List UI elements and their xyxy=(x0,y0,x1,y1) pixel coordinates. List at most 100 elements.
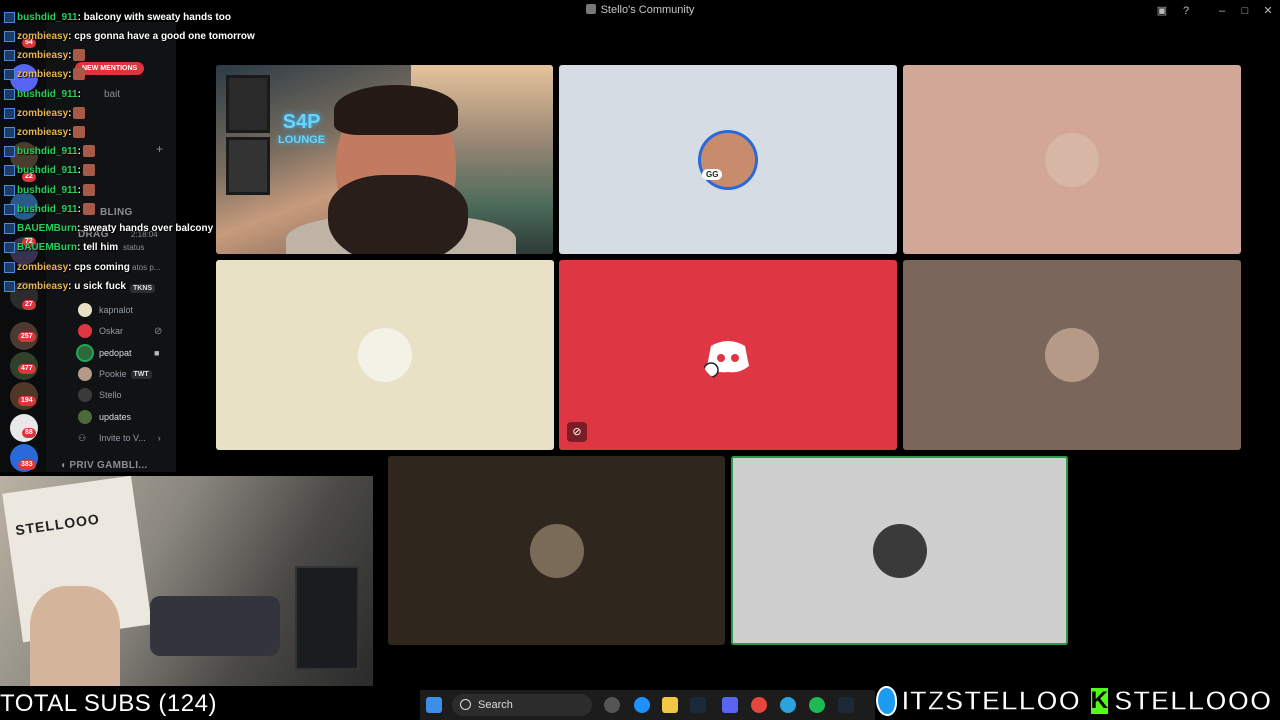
person-hair xyxy=(334,85,458,135)
chat-text: : xyxy=(68,126,72,138)
chat-message: zombieasy: cps coming xyxy=(4,259,130,275)
wall-frame xyxy=(226,75,270,133)
chat-text: : tell him xyxy=(77,241,119,253)
discord-logo-icon xyxy=(703,341,749,378)
emote-icon xyxy=(73,107,86,119)
edge-icon[interactable] xyxy=(634,697,650,713)
chat-username: BAUEMBurn xyxy=(17,241,77,253)
chat-username: zombieasy xyxy=(17,126,69,138)
voice-member[interactable]: Stello xyxy=(78,386,122,404)
voice-member[interactable]: updates xyxy=(78,408,131,426)
video-tile-camera[interactable]: S4P LOUNGE xyxy=(216,65,553,254)
twitter-icon xyxy=(876,686,898,716)
telegram-icon[interactable] xyxy=(780,697,796,713)
chat-text: : xyxy=(77,164,81,176)
add-channel-icon[interactable]: + xyxy=(156,142,163,156)
video-tile[interactable] xyxy=(903,260,1241,450)
user-badge-icon xyxy=(4,280,15,292)
streamer xyxy=(30,586,120,686)
person-beard xyxy=(328,175,468,254)
chat-username: bushdid_911 xyxy=(17,11,78,23)
twitter-handle: ITZSTELLOO xyxy=(901,684,1081,717)
wall-frame xyxy=(226,137,270,195)
channel-name[interactable]: bait xyxy=(104,89,120,100)
minimize-button[interactable]: – xyxy=(1214,3,1230,19)
user-badge-icon xyxy=(4,126,15,138)
video-tile[interactable] xyxy=(216,260,554,450)
box-text: STELLOOO xyxy=(14,510,101,539)
chat-text: : xyxy=(68,49,72,61)
steam-icon[interactable] xyxy=(838,697,854,713)
obs-icon[interactable] xyxy=(604,697,620,713)
emote-icon xyxy=(82,184,95,196)
chrome-icon[interactable] xyxy=(751,697,767,713)
member-name: updates xyxy=(99,412,132,422)
monitor xyxy=(295,566,359,670)
category-priv-gambling[interactable]: ◖ PRIV GAMBLI... xyxy=(60,460,148,471)
invite-label: Invite to V... xyxy=(99,433,146,443)
chat-username: zombieasy xyxy=(17,261,69,273)
chevron-right-icon: › xyxy=(157,433,161,443)
member-name: kapnalot xyxy=(99,305,134,315)
chat-message: BAUEMBurn: tell him xyxy=(4,239,118,255)
status-text: atos p... xyxy=(132,263,161,272)
search-placeholder: Search xyxy=(478,699,513,711)
emote-icon xyxy=(82,145,95,157)
avatar xyxy=(78,303,92,317)
windows-start-icon[interactable] xyxy=(426,697,442,713)
user-avatar xyxy=(529,523,584,578)
video-tile[interactable] xyxy=(731,456,1068,645)
chat-text: : xyxy=(68,68,72,80)
close-button[interactable]: ✕ xyxy=(1260,3,1276,19)
kick-icon: K xyxy=(1088,686,1110,716)
video-tile[interactable]: ⊘ xyxy=(559,260,897,450)
bed xyxy=(150,596,280,656)
mention-badge: 383 xyxy=(18,460,36,470)
kick-handle: STELLOOO xyxy=(1113,684,1272,717)
emote-icon xyxy=(82,203,95,215)
maximize-button[interactable]: □ xyxy=(1237,3,1253,19)
chat-text: : xyxy=(77,203,81,215)
voice-member[interactable]: Pookie TWT xyxy=(78,365,152,383)
chat-message: bushdid_911: xyxy=(4,86,81,102)
video-tile[interactable] xyxy=(903,65,1241,254)
mic-muted-icon: ⊘ xyxy=(567,422,587,442)
video-tile[interactable]: GG xyxy=(559,65,897,254)
spotify-icon[interactable] xyxy=(809,697,825,713)
chat-text: : cps gonna have a good one tomorrow xyxy=(68,30,255,42)
taskbar-search[interactable]: Search xyxy=(452,694,592,716)
camera-icon: ■ xyxy=(154,348,160,358)
user-badge-icon xyxy=(4,145,15,157)
chat-username: BAUEMBurn xyxy=(17,222,77,234)
status-text: status xyxy=(123,243,145,252)
chat-text: : xyxy=(77,88,81,100)
file-explorer-icon[interactable] xyxy=(662,697,678,713)
mention-badge: 257 xyxy=(18,332,36,342)
chat-username: zombieasy xyxy=(17,107,69,119)
discord-icon[interactable] xyxy=(722,697,738,713)
voice-member[interactable]: pedopat xyxy=(78,344,132,362)
chat-text: : xyxy=(77,145,81,157)
chat-username: zombieasy xyxy=(17,280,69,292)
app-icon xyxy=(585,4,596,14)
discord-avatar xyxy=(701,328,755,382)
inbox-icon[interactable]: ▣ xyxy=(1154,3,1170,19)
chat-username: bushdid_911 xyxy=(17,88,78,100)
invite-to-voice[interactable]: ⚇ Invite to V... › xyxy=(78,429,161,447)
voice-member[interactable]: kapnalot xyxy=(78,301,133,319)
avatar xyxy=(78,367,92,381)
emote-icon xyxy=(73,68,86,80)
video-tile[interactable] xyxy=(388,456,725,645)
mic-muted-icon: ⊘ xyxy=(154,326,163,337)
user-badge-icon xyxy=(4,68,15,80)
user-badge-icon xyxy=(4,241,15,253)
user-avatar xyxy=(358,328,412,382)
avatar xyxy=(78,410,92,424)
chat-message: zombieasy: xyxy=(4,66,87,82)
chat-message: bushdid_911: xyxy=(4,162,97,178)
avatar xyxy=(78,388,92,402)
help-icon[interactable]: ? xyxy=(1178,3,1194,19)
steam-icon[interactable] xyxy=(690,697,706,713)
voice-member[interactable]: Oskar xyxy=(78,322,123,340)
chat-username: zombieasy xyxy=(17,49,69,61)
